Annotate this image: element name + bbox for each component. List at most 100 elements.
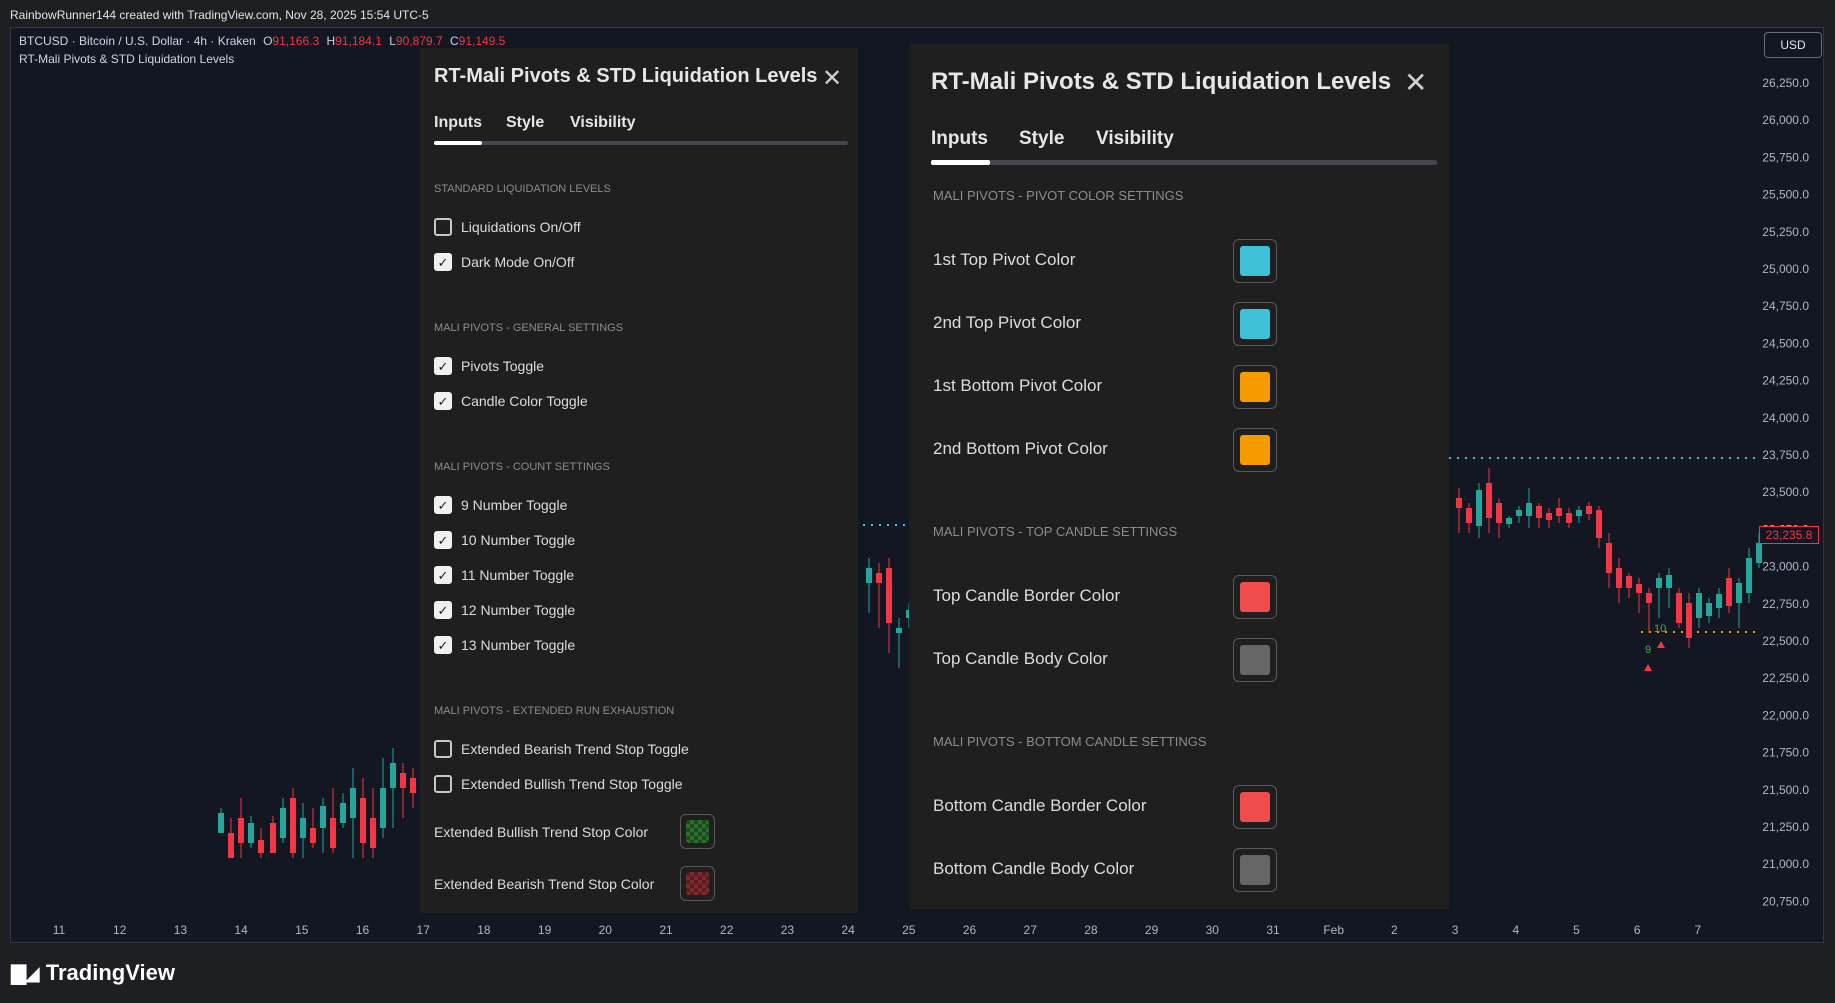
time-axis-label: 29 [1145, 923, 1159, 937]
checkbox-liquidations[interactable]: Liquidations On/Off [434, 218, 581, 236]
checkbox-12-number[interactable]: ✓ 12 Number Toggle [434, 601, 575, 619]
candle-body [360, 798, 366, 843]
candle-body [1466, 508, 1472, 523]
candle-body [1656, 578, 1662, 588]
tab-inputs[interactable]: Inputs [434, 114, 482, 132]
candle-body [1706, 603, 1712, 616]
price-axis-label: 21,250.0 [1762, 820, 1809, 834]
checkmark-icon[interactable]: ✓ [434, 392, 452, 410]
candle-body [350, 788, 356, 818]
candle-body [1576, 510, 1582, 516]
checkbox-extended-bearish[interactable]: Extended Bearish Trend Stop Toggle [434, 740, 689, 758]
price-axis-label: 22,000.0 [1762, 708, 1809, 722]
currency-selector[interactable]: USD [1764, 32, 1822, 58]
tab-indicator-active [434, 141, 482, 145]
price-axis-label: 22,250.0 [1762, 671, 1809, 685]
checkbox-pivots[interactable]: ✓ Pivots Toggle [434, 357, 544, 375]
tab-indicator-track [931, 160, 1437, 165]
close-icon[interactable]: ✕ [1404, 66, 1427, 99]
tab-style[interactable]: Style [506, 114, 544, 132]
price-axis-label: 21,750.0 [1762, 746, 1809, 760]
price-axis-label: 25,500.0 [1762, 188, 1809, 202]
extended-bullish-color-button[interactable] [680, 814, 715, 849]
checkbox-dark-mode[interactable]: ✓ Dark Mode On/Off [434, 253, 574, 271]
checkbox-13-number[interactable]: ✓ 13 Number Toggle [434, 636, 575, 654]
checkbox-box[interactable] [434, 740, 452, 758]
color-button-top-candle-border[interactable] [1233, 575, 1277, 619]
color-button-2nd-bottom-pivot[interactable] [1233, 428, 1277, 472]
color-button-1st-top-pivot[interactable] [1233, 239, 1277, 283]
time-axis-label: 3 [1452, 923, 1459, 937]
color-button-2nd-top-pivot[interactable] [1233, 302, 1277, 346]
checkbox-11-number[interactable]: ✓ 11 Number Toggle [434, 566, 574, 584]
high-value: 91,184.1 [335, 34, 382, 48]
checkbox-label: Dark Mode On/Off [461, 254, 575, 270]
candle-body [1666, 575, 1672, 588]
tab-style[interactable]: Style [1019, 128, 1064, 150]
checkbox-label: Extended Bearish Trend Stop Toggle [461, 741, 689, 757]
time-axis-label: 5 [1573, 923, 1580, 937]
candle-body [1726, 578, 1732, 606]
candle-body [258, 840, 264, 853]
candle-body [1686, 603, 1692, 638]
pivot-count-label: 9 [1645, 644, 1651, 656]
color-label-top-candle-body: Top Candle Body Color [933, 649, 1108, 668]
color-swatch [1240, 435, 1270, 465]
color-label-1st-top-pivot: 1st Top Pivot Color [933, 250, 1076, 269]
time-axis-label: 20 [599, 923, 613, 937]
close-icon[interactable]: ✕ [822, 64, 842, 93]
section-extended-run: MALI PIVOTS - EXTENDED RUN EXHAUSTION [434, 705, 675, 717]
candle-body [1456, 498, 1462, 508]
time-axis-label: 31 [1266, 923, 1280, 937]
checkbox-candle-color[interactable]: ✓ Candle Color Toggle [434, 392, 588, 410]
tab-indicator-track [434, 141, 848, 145]
checkbox-extended-bullish[interactable]: Extended Bullish Trend Stop Toggle [434, 775, 683, 793]
section-count-settings: MALI PIVOTS - COUNT SETTINGS [434, 461, 610, 473]
candle-body [400, 773, 406, 788]
color-label-bottom-candle-border: Bottom Candle Border Color [933, 796, 1147, 815]
dialog-title: RT-Mali Pivots & STD Liquidation Levels [931, 68, 1392, 95]
time-axis-label: 24 [841, 923, 855, 937]
open-value: 91,166.3 [272, 34, 320, 48]
candle-body [1756, 543, 1762, 563]
candle-body [390, 763, 396, 788]
time-axis-label: 7 [1695, 923, 1702, 937]
checkbox-10-number[interactable]: ✓ 10 Number Toggle [434, 531, 575, 549]
color-button-top-candle-body[interactable] [1233, 638, 1277, 682]
color-label-2nd-bottom-pivot: 2nd Bottom Pivot Color [933, 439, 1108, 458]
checkbox-box[interactable] [434, 775, 452, 793]
checkbox-label: Liquidations On/Off [461, 219, 581, 235]
checkbox-9-number[interactable]: ✓ 9 Number Toggle [434, 496, 567, 514]
color-label-2nd-top-pivot: 2nd Top Pivot Color [933, 313, 1082, 332]
candle-body [228, 833, 234, 858]
indicator-legend[interactable]: RT-Mali Pivots & STD Liquidation Levels [19, 52, 234, 66]
candle-body [410, 778, 416, 793]
tradingview-logo-icon: ▇◢ [11, 962, 40, 985]
price-axis-label: 26,250.0 [1762, 76, 1809, 90]
checkmark-icon[interactable]: ✓ [434, 531, 452, 549]
color-button-bottom-candle-body[interactable] [1233, 848, 1277, 892]
candle-body [1536, 506, 1542, 518]
low-value: 90,879.7 [395, 34, 443, 48]
checkmark-icon[interactable]: ✓ [434, 566, 452, 584]
tab-indicator-active [931, 160, 990, 165]
color-swatch [1240, 582, 1270, 612]
symbol-legend[interactable]: BTCUSD · Bitcoin / U.S. Dollar · 4h · Kr… [19, 34, 505, 48]
tab-visibility[interactable]: Visibility [570, 114, 636, 132]
color-button-1st-bottom-pivot[interactable] [1233, 365, 1277, 409]
checkmark-icon[interactable]: ✓ [434, 636, 452, 654]
checkmark-icon[interactable]: ✓ [434, 601, 452, 619]
extended-bullish-color-label: Extended Bullish Trend Stop Color [434, 824, 649, 840]
checkbox-box[interactable] [434, 218, 452, 236]
candle-body [1636, 584, 1642, 593]
color-button-bottom-candle-border[interactable] [1233, 785, 1277, 829]
checkmark-icon[interactable]: ✓ [434, 496, 452, 514]
price-axis-label: 23,750.0 [1762, 448, 1809, 462]
color-swatch [1240, 645, 1270, 675]
tab-inputs[interactable]: Inputs [931, 128, 988, 150]
checkmark-icon[interactable]: ✓ [434, 253, 452, 271]
tab-visibility[interactable]: Visibility [1096, 128, 1174, 150]
extended-bearish-color-button[interactable] [680, 866, 715, 901]
checkmark-icon[interactable]: ✓ [434, 357, 452, 375]
checkbox-label: 11 Number Toggle [461, 567, 575, 583]
